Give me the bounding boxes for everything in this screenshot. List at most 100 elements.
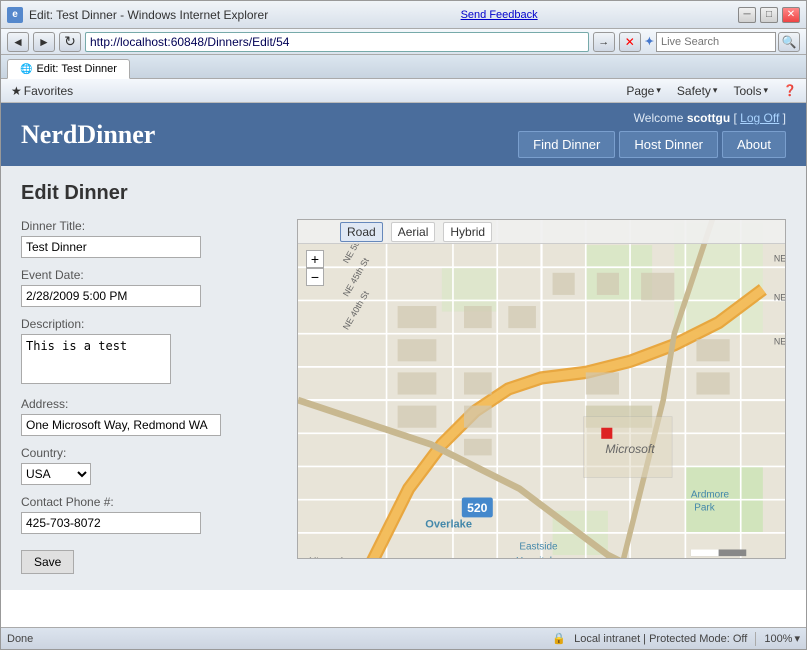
tab-icon: 🌐 — [20, 64, 32, 75]
navigation-toolbar: ◄ ► ↻ http://localhost:60848/Dinners/Edi… — [1, 29, 806, 55]
active-tab[interactable]: 🌐 Edit: Test Dinner — [7, 59, 130, 79]
tools-arrow-icon: ▾ — [763, 85, 768, 96]
tab-label: Edit: Test Dinner — [36, 63, 117, 75]
favorites-label: Favorites — [24, 84, 73, 98]
svg-text:Park: Park — [694, 503, 714, 514]
address-text: http://localhost:60848/Dinners/Edit/54 — [90, 35, 289, 49]
event-date-label: Event Date: — [21, 268, 281, 282]
maximize-button[interactable]: □ — [760, 7, 778, 23]
ie-page: NerdDinner Welcome scottgu [ Log Off ] F… — [1, 103, 806, 627]
page-arrow-icon: ▾ — [656, 85, 661, 96]
tools-menu[interactable]: Tools ▾ — [729, 81, 772, 101]
forward-button[interactable]: ► — [33, 32, 55, 52]
map-road-button[interactable]: Road — [340, 222, 383, 242]
contact-phone-group: Contact Phone #: — [21, 495, 281, 534]
search-button[interactable]: 🔍 — [778, 32, 800, 52]
live-search-icon: ✦ — [645, 35, 654, 48]
address-label: Address: — [21, 397, 281, 411]
logoff-link[interactable]: Log Off — [740, 111, 779, 125]
window-title: Edit: Test Dinner - Windows Internet Exp… — [29, 8, 268, 22]
host-dinner-button[interactable]: Host Dinner — [619, 131, 718, 158]
search-area: ✦ 🔍 — [645, 32, 800, 52]
zoom-level: 100% — [764, 633, 792, 645]
address-input[interactable] — [21, 414, 221, 436]
zoom-arrow-icon: ▾ — [794, 632, 800, 645]
page-title: Edit Dinner — [21, 182, 786, 205]
help-button[interactable]: ❓ — [780, 81, 800, 101]
zoom-control[interactable]: 100% ▾ — [764, 632, 800, 645]
favorites-star-icon: ★ — [11, 84, 22, 98]
favorites-menu[interactable]: ★ Favorites — [7, 81, 77, 101]
map-hybrid-button[interactable]: Hybrid — [443, 222, 492, 242]
svg-text:NE 35th St: NE 35th St — [774, 292, 785, 302]
map-panel: Road Aerial Hybrid + − — [297, 219, 786, 574]
zone-text: Local intranet | Protected Mode: Off — [574, 633, 747, 645]
minimize-button[interactable]: ─ — [738, 7, 756, 23]
tab-bar: 🌐 Edit: Test Dinner — [1, 55, 806, 79]
description-label: Description: — [21, 317, 281, 331]
description-group: Description: This is a test — [21, 317, 281, 387]
map-toolbar: Road Aerial Hybrid — [298, 220, 785, 244]
app-title: NerdDinner — [21, 120, 155, 150]
country-label: Country: — [21, 446, 281, 460]
refresh-button[interactable]: ↻ — [59, 32, 81, 52]
country-select[interactable]: USA Canada UK Australia — [21, 463, 91, 485]
send-feedback-link[interactable]: Send Feedback — [461, 9, 538, 21]
security-icon: 🔒 — [552, 632, 566, 645]
title-bar-left: e Edit: Test Dinner - Windows Internet E… — [7, 7, 268, 23]
title-bar: e Edit: Test Dinner - Windows Internet E… — [1, 1, 806, 29]
username: scottgu — [687, 111, 730, 125]
save-button[interactable]: Save — [21, 550, 74, 574]
status-bar: Done 🔒 Local intranet | Protected Mode: … — [1, 627, 806, 649]
form-panel: Dinner Title: Event Date: Description: T… — [21, 219, 281, 574]
zoom-in-button[interactable]: + — [306, 250, 324, 268]
svg-text:Microsoft: Microsoft — [605, 442, 655, 456]
about-button[interactable]: About — [722, 131, 786, 158]
page-label: Page — [626, 84, 654, 98]
find-dinner-button[interactable]: Find Dinner — [518, 131, 615, 158]
svg-text:NE 35th St: NE 35th St — [774, 337, 785, 347]
safety-arrow-icon: ▾ — [713, 85, 718, 96]
address-bar[interactable]: http://localhost:60848/Dinners/Edit/54 — [85, 32, 589, 52]
zoom-out-button[interactable]: − — [306, 268, 324, 286]
country-group: Country: USA Canada UK Australia — [21, 446, 281, 485]
map-container[interactable]: Road Aerial Hybrid + − — [297, 219, 786, 559]
svg-text:Microsoft: Microsoft — [309, 556, 345, 558]
event-date-input[interactable] — [21, 285, 201, 307]
status-separator — [755, 632, 756, 646]
svg-text:Overlake: Overlake — [425, 518, 472, 530]
browser-window: e Edit: Test Dinner - Windows Internet E… — [0, 0, 807, 650]
description-textarea[interactable]: This is a test — [21, 334, 171, 384]
back-button[interactable]: ◄ — [7, 32, 29, 52]
safety-menu[interactable]: Safety ▾ — [673, 81, 722, 101]
dinner-title-input[interactable] — [21, 236, 201, 258]
svg-text:Ardmore: Ardmore — [691, 489, 730, 500]
browser-icon: e — [7, 7, 23, 23]
app-header: NerdDinner Welcome scottgu [ Log Off ] F… — [1, 103, 806, 166]
app-body: Edit Dinner Dinner Title: Event Date: — [1, 166, 806, 590]
address-group: Address: — [21, 397, 281, 436]
map-zoom-controls: + − — [306, 250, 324, 286]
close-button[interactable]: ✕ — [782, 7, 800, 23]
contact-phone-input[interactable] — [21, 512, 201, 534]
command-bar: ★ Favorites Page ▾ Safety ▾ Tools ▾ ❓ — [1, 79, 806, 103]
page-menu[interactable]: Page ▾ — [622, 81, 665, 101]
map-aerial-button[interactable]: Aerial — [391, 222, 436, 242]
dinner-title-group: Dinner Title: — [21, 219, 281, 258]
go-button[interactable]: → — [593, 32, 615, 52]
welcome-prefix: Welcome — [634, 111, 684, 125]
safety-label: Safety — [677, 84, 711, 98]
tools-label: Tools — [733, 84, 761, 98]
svg-text:Hospital: Hospital — [516, 556, 552, 558]
event-date-group: Event Date: — [21, 268, 281, 307]
page-content: NerdDinner Welcome scottgu [ Log Off ] F… — [1, 103, 806, 627]
stop-button[interactable]: ✕ — [619, 32, 641, 52]
svg-text:520: 520 — [467, 501, 488, 515]
app-nav-buttons: Find Dinner Host Dinner About — [518, 131, 786, 158]
search-input[interactable] — [656, 32, 776, 52]
app-header-right: Welcome scottgu [ Log Off ] Find Dinner … — [518, 111, 786, 158]
welcome-message: Welcome scottgu [ Log Off ] — [634, 111, 786, 125]
svg-text:NE 40th St: NE 40th St — [774, 254, 785, 264]
map-svg: 520 — [298, 220, 785, 558]
svg-text:Eastside: Eastside — [519, 541, 558, 552]
